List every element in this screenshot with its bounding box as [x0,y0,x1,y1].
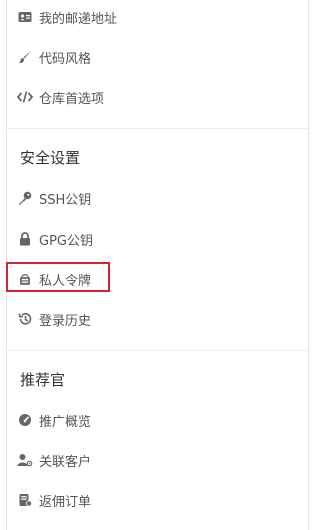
section-divider [7,350,308,351]
sidebar-item-mailing-address[interactable]: 我的邮递地址 [17,2,117,32]
sidebar-item-label: 我的邮递地址 [39,11,118,27]
sidebar-item-ssh-keys[interactable]: SSH公钥 [17,183,91,213]
paintbrush-icon [17,49,33,65]
receipt-icon [17,492,33,508]
sidebar-item-commission-orders[interactable]: 返佣订单 [17,485,91,515]
sidebar-item-label: 推广概览 [39,414,92,430]
linked-user-icon [17,452,33,468]
code-icon [17,89,33,105]
lock-icon [17,231,33,247]
sidebar-item-repo-preferences[interactable]: 仓库首选项 [17,82,104,112]
sidebar-item-label: SSH公钥 [39,192,92,208]
sidebar-item-gpg-keys[interactable]: GPG公钥 [17,224,93,254]
section-title-security: 安全设置 [20,149,81,167]
sidebar-item-login-history[interactable]: 登录历史 [17,304,91,334]
sidebar-item-label: 代码风格 [39,51,92,67]
key-icon [17,190,33,206]
sidebar-item-promotion-overview[interactable]: 推广概览 [17,405,91,435]
highlight-box [6,262,110,292]
section-divider [7,128,308,129]
sidebar-item-label: GPG公钥 [39,233,93,249]
address-card-icon [17,9,33,25]
sidebar-item-label: 登录历史 [39,313,92,329]
history-icon [17,311,33,327]
sidebar-item-linked-customers[interactable]: 关联客户 [17,445,91,475]
sidebar-item-label: 关联客户 [39,454,92,470]
sidebar-item-label: 返佣订单 [39,494,92,510]
sidebar-item-code-style[interactable]: 代码风格 [17,42,91,72]
gauge-icon [17,412,33,428]
section-title-referral: 推荐官 [20,371,66,389]
sidebar-item-label: 仓库首选项 [39,91,105,107]
